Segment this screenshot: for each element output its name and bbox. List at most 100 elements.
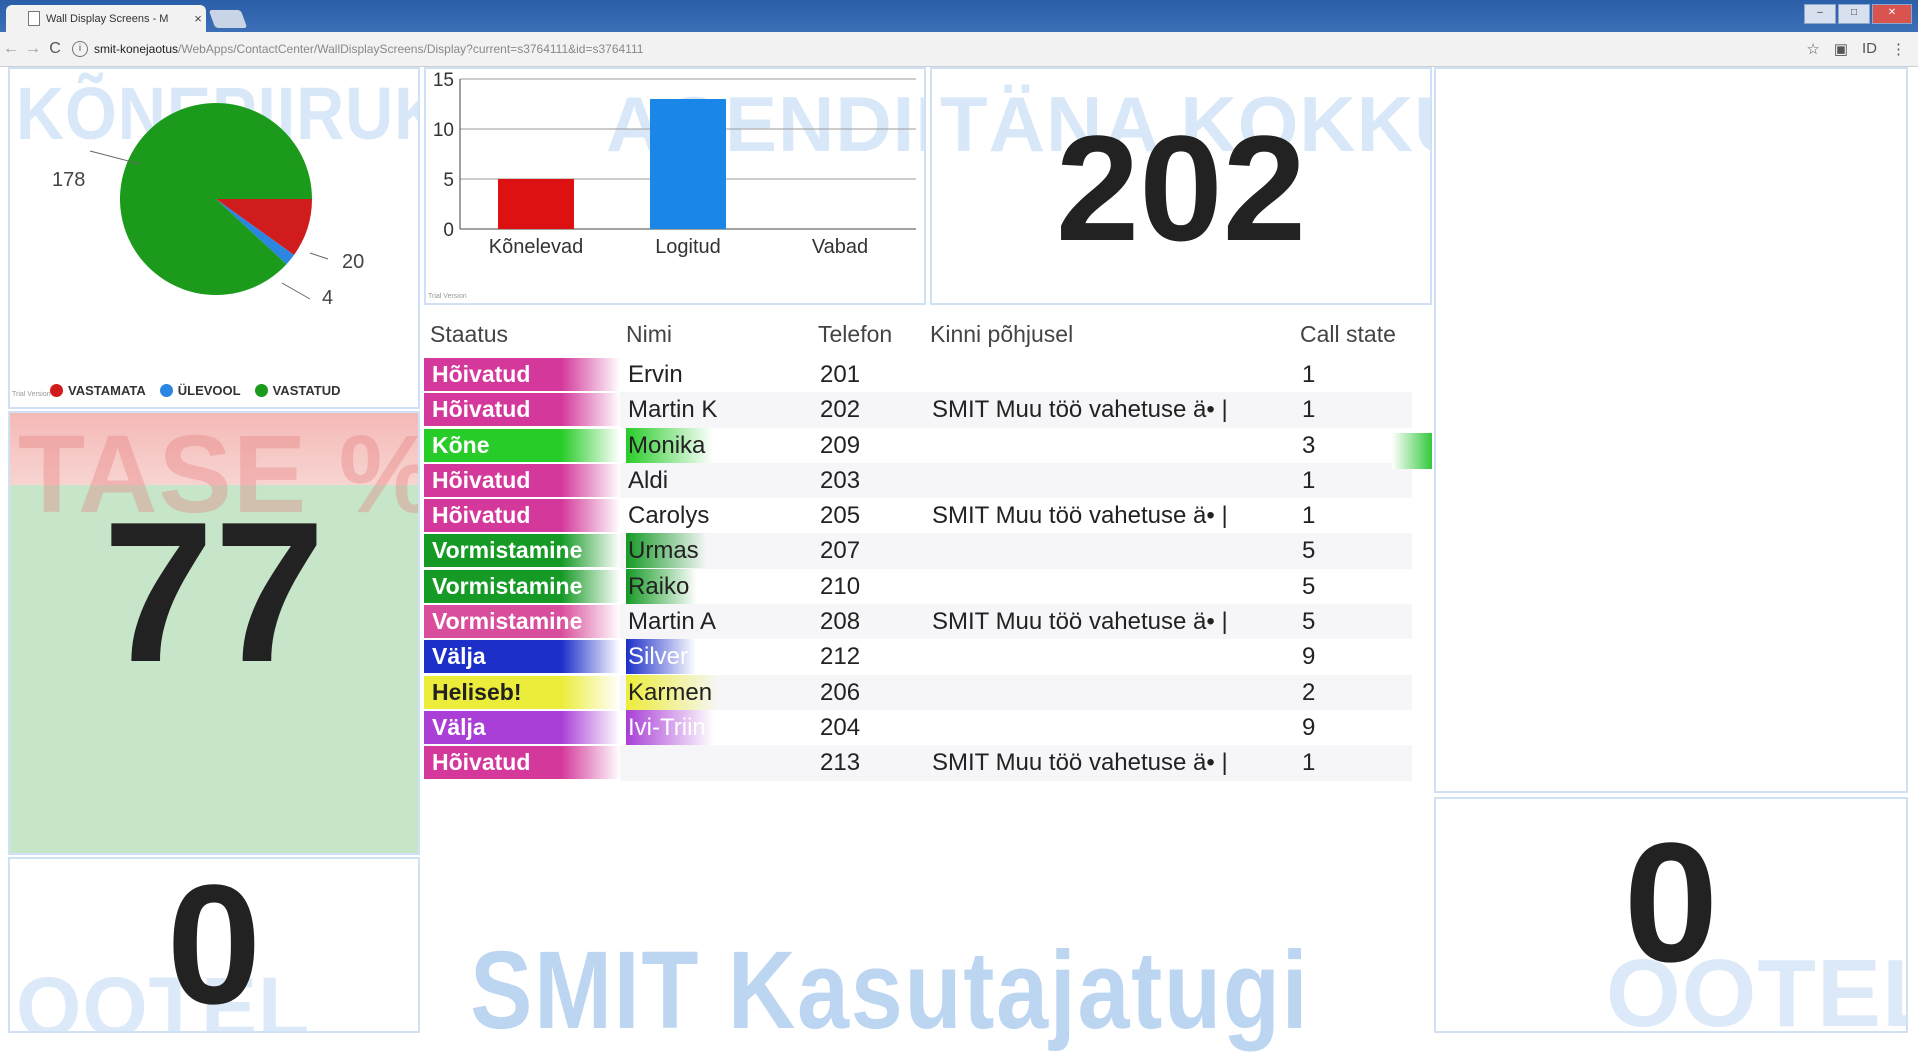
col-name: Nimi [626,321,672,347]
queue-left-panel: OOTEL 0 [8,857,420,1033]
agent-name: Silver [626,639,697,675]
agent-name: Raiko [626,568,698,604]
agent-name: Martin K [628,396,718,424]
row-background [620,568,1412,605]
agent-phone: 213 [820,749,861,777]
page-icon [28,11,40,26]
y-tick-label: 5 [443,170,454,191]
row-background [620,674,1412,710]
busy-reason: SMIT Muu töö vahetuse ä• | [932,502,1228,530]
extension-icon[interactable]: ▣ [1834,40,1848,58]
agent-name: Ivi-Triin [626,709,714,745]
agent-phone: 209 [820,431,861,459]
bookmark-star-icon[interactable]: ☆ [1806,40,1819,58]
legend-item-ylevool: ÜLEVOOL [159,383,241,398]
row-background [620,427,1412,463]
new-tab-button[interactable] [208,10,248,28]
footer-watermark: SMIT Kasutajatugi [470,929,1310,1052]
col-state: Call state [1300,321,1396,347]
service-level-panel: TASE % 77 [8,411,420,855]
browser-toolbar: ← → C i smit-konejaotus /WebApps/Contact… [0,32,1918,67]
table-row: Hõivatud Aldi 203 1 [424,462,1432,499]
browser-tabstrip: Wall Display Screens - M × – □ ✕ [0,0,1918,32]
agent-name: Martin A [628,608,717,636]
status-badge: Hõivatud [424,358,620,391]
x-tick-label: Kõnelevad [489,236,584,258]
y-tick-label: 10 [433,120,454,141]
y-tick-label: 0 [443,220,454,241]
pie-slice-vastatud [120,102,313,295]
agent-name: Carolys [628,502,710,530]
agents-table-header: Staatus Nimi Telefon Kinni põhjusel Call… [424,307,1432,357]
agent-phone: 212 [820,643,861,671]
table-row: Välja Silver 212 9 [424,639,1432,675]
bar-logitud [650,99,726,229]
status-badge: Kõne [424,428,620,462]
reload-icon[interactable]: C [44,40,66,58]
address-bar[interactable]: i smit-konejaotus /WebApps/ContactCenter… [72,37,1792,61]
call-state: 3 [1302,431,1316,459]
row-background [620,462,1412,499]
busy-reason: SMIT Muu töö vahetuse ä• | [932,396,1228,424]
forward-icon[interactable]: → [22,40,44,58]
agent-name: Aldi [628,466,669,494]
status-badge: Hõivatud [424,463,620,497]
queue-right-panel: OOTEL 0 [1434,797,1908,1033]
status-badge: Vormistamine [424,605,620,639]
table-row: Välja Ivi-Triin 204 9 [424,709,1432,746]
back-icon[interactable]: ← [0,40,22,58]
call-state: 5 [1302,572,1316,600]
agents-table: Staatus Nimi Telefon Kinni põhjusel Call… [424,307,1432,781]
status-badge: Välja [424,710,620,744]
close-window-button[interactable]: ✕ [1872,4,1912,24]
call-state: 9 [1302,643,1316,671]
call-state: 1 [1302,396,1316,424]
maximize-button[interactable]: □ [1838,4,1870,24]
minimize-button[interactable]: – [1804,4,1836,24]
call-state: 5 [1302,537,1316,565]
agent-name: Urmas [626,533,707,569]
table-row: Hõivatud 213 SMIT Muu töö vahetuse ä• | 1 [424,745,1432,781]
row-background [620,639,1412,675]
agent-phone: 208 [820,608,861,636]
calls-pie-chart [89,102,329,300]
status-badge: Hõivatud [424,499,620,533]
agent-name: Karmen [626,674,721,710]
call-state: 1 [1302,361,1316,388]
agents-bar-panel: AGENDID 051015KõnelevadLogitudVabad Tria… [424,67,926,305]
agent-name [626,745,636,780]
info-icon[interactable]: i [72,41,88,57]
agent-name: Monika [626,427,714,463]
status-badge: Hõivatud [424,393,620,427]
browser-tab[interactable]: Wall Display Screens - M × [6,5,206,32]
url-host: smit-konejaotus [94,42,179,56]
col-status: Staatus [430,321,508,347]
browser-menu-icon[interactable]: ⋮ [1891,40,1906,58]
table-row: Hõivatud Martin K 202 SMIT Muu töö vahetuse… [424,392,1432,428]
wall-display-dashboard: KÕNEPIIRUKAS 178 20 4 VASTAMATA ÜLEVOOL … [0,67,1918,1052]
agent-phone: 206 [820,678,861,706]
x-tick-label: Logitud [655,236,721,258]
agents-table-body: Hõivatud Ervin 201 1 Hõivatud Martin K 202 SMIT… [424,357,1432,781]
col-reason: Kinni põhjusel [930,321,1074,347]
service-level-value: 77 [102,481,326,704]
pie-label-vastamata: 20 [342,251,365,273]
status-badge: Vormistamine [424,534,620,568]
tab-title: Wall Display Screens - M [46,12,169,25]
total-today-value: 202 [1055,104,1307,272]
extension-id-icon[interactable]: ID [1862,40,1877,58]
col-phone: Telefon [818,321,893,347]
table-row: Hõivatud Carolys 205 SMIT Muu töö vahetuse … [424,498,1432,534]
pie-leader-line [281,282,311,300]
agent-name: Ervin [628,361,683,388]
bar-trial-note: Trial Version [428,293,467,300]
tab-close-icon[interactable]: × [190,11,206,26]
agent-phone: 210 [820,572,861,600]
agent-phone: 205 [820,502,861,530]
bar-kõnelevad [498,179,574,229]
pie-label-vastatud: 178 [52,169,86,191]
legend-item-vastamata: VASTAMATA [50,383,146,398]
row-background [620,533,1412,569]
empty-panel [1434,67,1908,793]
legend-item-vastatud: VASTATUD [254,383,340,398]
